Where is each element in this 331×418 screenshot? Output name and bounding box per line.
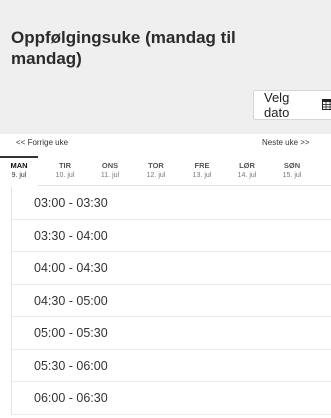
week-navigation: << Forrige uke Neste uke >> <box>0 134 331 150</box>
day-date: 10. jul <box>55 172 75 179</box>
day-name: LØR <box>239 161 255 170</box>
choose-date-label: Velg dato <box>264 90 290 120</box>
time-slot[interactable]: 03:30 - 04:00 <box>12 220 331 252</box>
day-date: 12. jul <box>146 172 166 179</box>
day-date: 14. jul <box>237 172 257 179</box>
time-slot[interactable]: 06:00 - 06:30 <box>12 382 331 415</box>
next-week-link[interactable]: Neste uke >> <box>262 138 310 147</box>
day-tab-man[interactable]: MAN 9. jul <box>0 156 38 186</box>
time-slot[interactable]: 04:30 - 05:00 <box>12 285 331 317</box>
day-name: ONS <box>101 161 119 170</box>
calendar-icon <box>322 98 331 113</box>
day-name: MAN <box>10 161 28 170</box>
day-tab-tir[interactable]: TIR 10. jul <box>46 156 84 186</box>
day-tab-lor[interactable]: LØR 14. jul <box>228 156 266 186</box>
day-date: 11. jul <box>100 172 120 179</box>
day-date: 15. jul <box>282 172 302 179</box>
choose-date-button[interactable]: Velg dato <box>253 90 331 120</box>
previous-week-link[interactable]: << Forrige uke <box>16 138 68 147</box>
day-tab-ons[interactable]: ONS 11. jul <box>91 156 129 186</box>
day-name: SØN <box>283 161 301 170</box>
time-slot[interactable]: 04:00 - 04:30 <box>12 252 331 285</box>
day-tabs: MAN 9. jul TIR 10. jul ONS 11. jul TOR 1… <box>0 156 331 186</box>
time-slot-list: 03:00 - 03:30 03:30 - 04:00 04:00 - 04:3… <box>11 187 331 415</box>
day-tab-son[interactable]: SØN 15. jul <box>273 156 311 186</box>
header: Oppfølgingsuke (mandag til mandag) Velg … <box>0 0 331 134</box>
day-date: 13. jul <box>192 172 212 179</box>
time-slot[interactable]: 03:00 - 03:30 <box>12 187 331 220</box>
time-slot[interactable]: 05:00 - 05:30 <box>12 317 331 350</box>
day-tab-fre[interactable]: FRE 13. jul <box>183 156 221 186</box>
day-name: TIR <box>58 161 72 170</box>
day-tab-tor[interactable]: TOR 12. jul <box>137 156 175 186</box>
time-slot[interactable]: 05:30 - 06:00 <box>12 350 331 382</box>
page-title: Oppfølgingsuke (mandag til mandag) <box>11 28 236 68</box>
day-name: FRE <box>194 161 210 170</box>
day-name: TOR <box>148 161 164 170</box>
day-date: 9. jul <box>11 172 27 179</box>
